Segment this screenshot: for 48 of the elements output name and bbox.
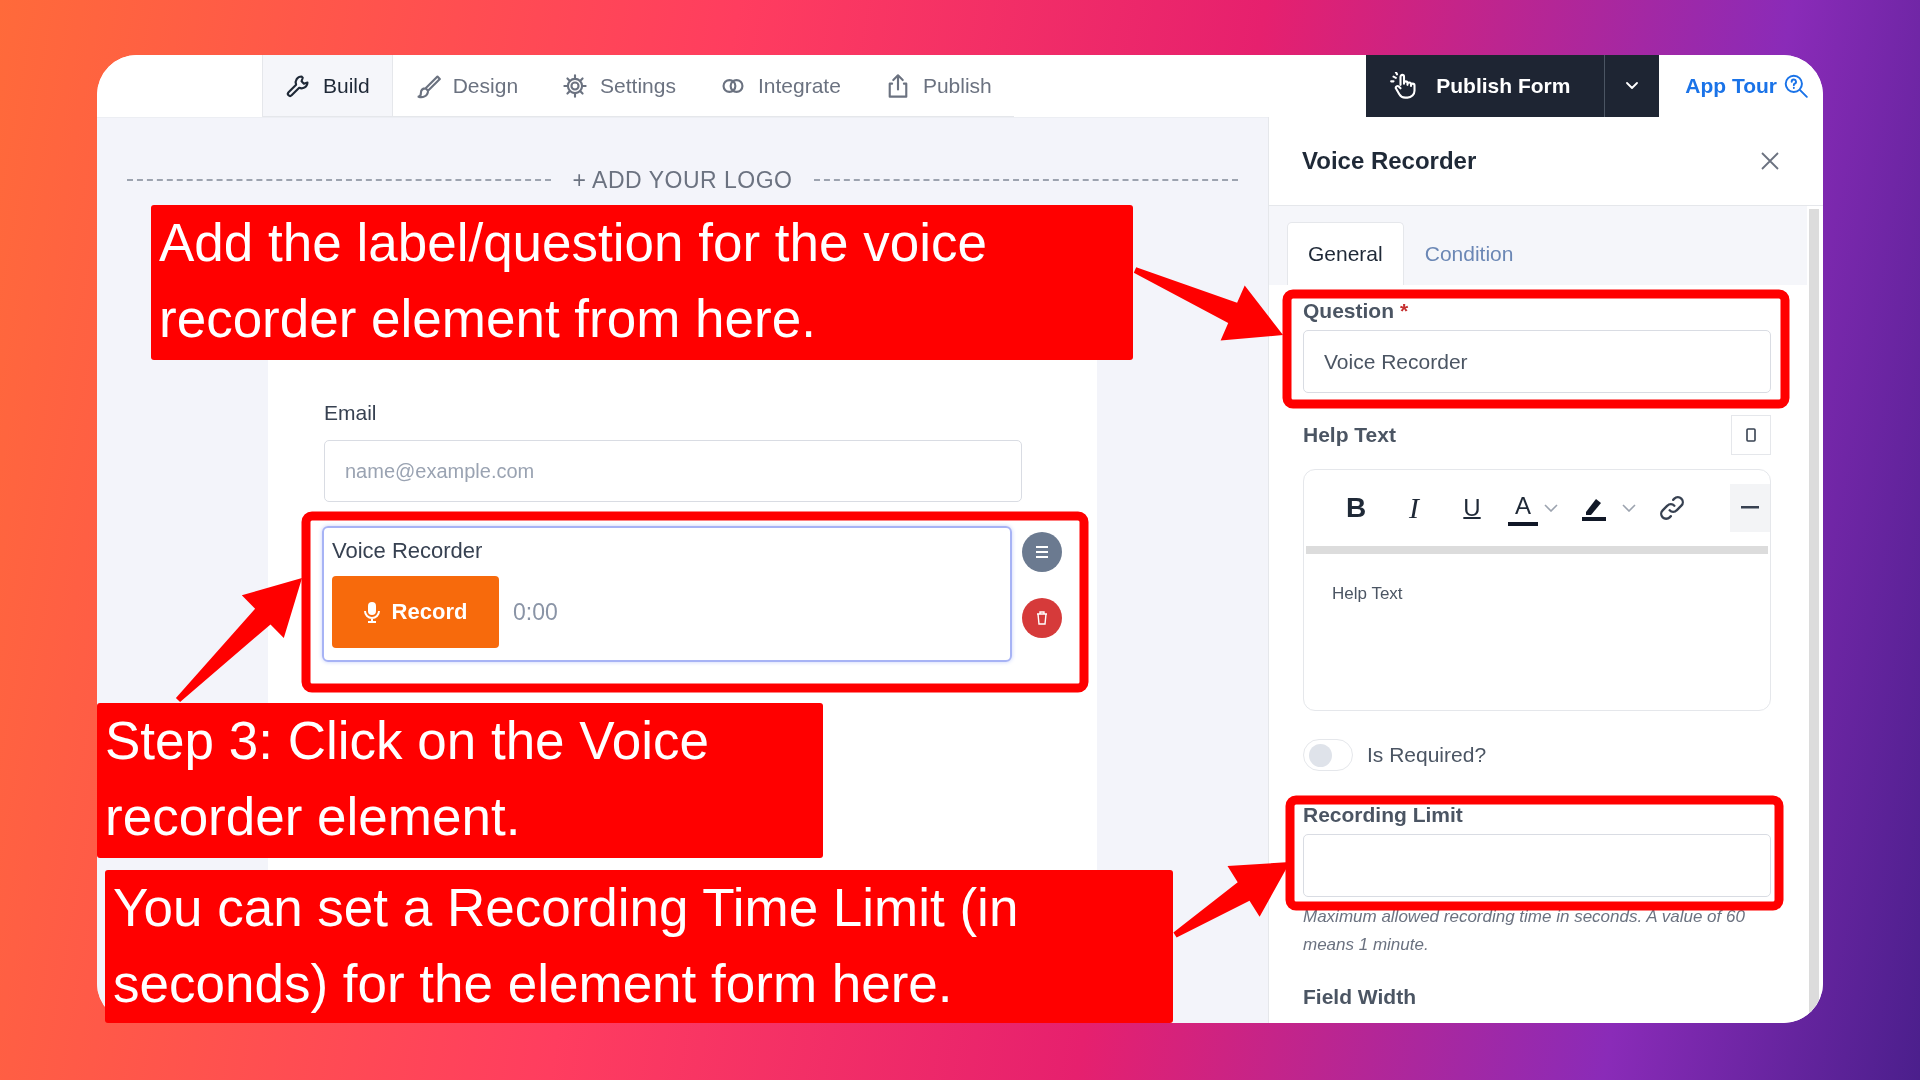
phone-icon bbox=[1746, 428, 1756, 442]
device-toggle-button[interactable] bbox=[1731, 415, 1771, 455]
chevron-down-icon bbox=[1622, 504, 1636, 512]
publish-form-button[interactable]: Publish Form bbox=[1366, 55, 1605, 117]
chevron-down-icon bbox=[1544, 504, 1558, 512]
annotation-callout: Add the label/question for the voice recorder element from here. bbox=[151, 205, 1133, 360]
editor-placeholder: Help Text bbox=[1332, 584, 1404, 604]
annotation-callout: You can set a Recording Time Limit (in seconds) for the element form here. bbox=[105, 870, 1173, 1023]
field-label: Question bbox=[1303, 299, 1394, 323]
timer-text: 0:00 bbox=[513, 598, 558, 626]
help-text: Maximum allowed recording time in seconds. A value of 60 means 1 minute. bbox=[1303, 906, 1746, 956]
trash-icon bbox=[1036, 611, 1048, 625]
toggle-switch[interactable] bbox=[1303, 739, 1353, 771]
panel-title: Voice Recorder bbox=[1302, 147, 1477, 175]
email-input-field[interactable]: name@example.com bbox=[324, 440, 1022, 502]
link-icon bbox=[1658, 494, 1686, 522]
bold-button[interactable]: B bbox=[1334, 486, 1378, 530]
rich-text-editor[interactable]: B I U A Help Text bbox=[1303, 469, 1771, 711]
search-icon bbox=[1783, 73, 1809, 99]
field-label: Voice Recorder bbox=[332, 538, 484, 564]
italic-button[interactable]: I bbox=[1392, 486, 1436, 530]
toggle-label: Is Required? bbox=[1367, 743, 1487, 767]
nav-tab[interactable]: Build bbox=[262, 55, 393, 116]
close-icon bbox=[1761, 152, 1779, 170]
required-mark: * bbox=[1400, 299, 1409, 323]
pointing-hand-icon bbox=[1390, 72, 1419, 100]
menu-icon bbox=[1035, 546, 1049, 558]
microphone-icon bbox=[363, 601, 380, 623]
annotation-callout: Step 3: Click on the Voice recorder element. bbox=[97, 703, 823, 858]
voice-recorder-element[interactable]: Voice Recorder Record 0:00 bbox=[322, 526, 1012, 662]
field-label: Recording Limit bbox=[1303, 803, 1464, 827]
field-label: Help Text bbox=[1303, 423, 1396, 447]
app-tour-link[interactable]: App Tour bbox=[1685, 55, 1809, 117]
delete-button[interactable] bbox=[1022, 598, 1062, 638]
underline-button[interactable]: U bbox=[1450, 486, 1494, 530]
gear-icon bbox=[562, 72, 589, 99]
panel-tab[interactable]: General bbox=[1287, 222, 1404, 285]
more-button[interactable] bbox=[1730, 484, 1770, 532]
recording-limit-input-field[interactable] bbox=[1303, 834, 1771, 897]
minus-icon bbox=[1741, 506, 1759, 510]
wrench-icon bbox=[285, 72, 311, 99]
drag-handle-button[interactable] bbox=[1022, 532, 1062, 572]
chevron-down-icon bbox=[1626, 82, 1639, 90]
text-color-button[interactable]: A bbox=[1508, 490, 1538, 526]
field-label: Email bbox=[324, 401, 378, 425]
question-input-field[interactable]: Voice Recorder bbox=[1303, 330, 1771, 393]
field-label: Field Width bbox=[1303, 985, 1417, 1009]
add-logo-link[interactable]: + ADD YOUR LOGO bbox=[572, 166, 793, 194]
